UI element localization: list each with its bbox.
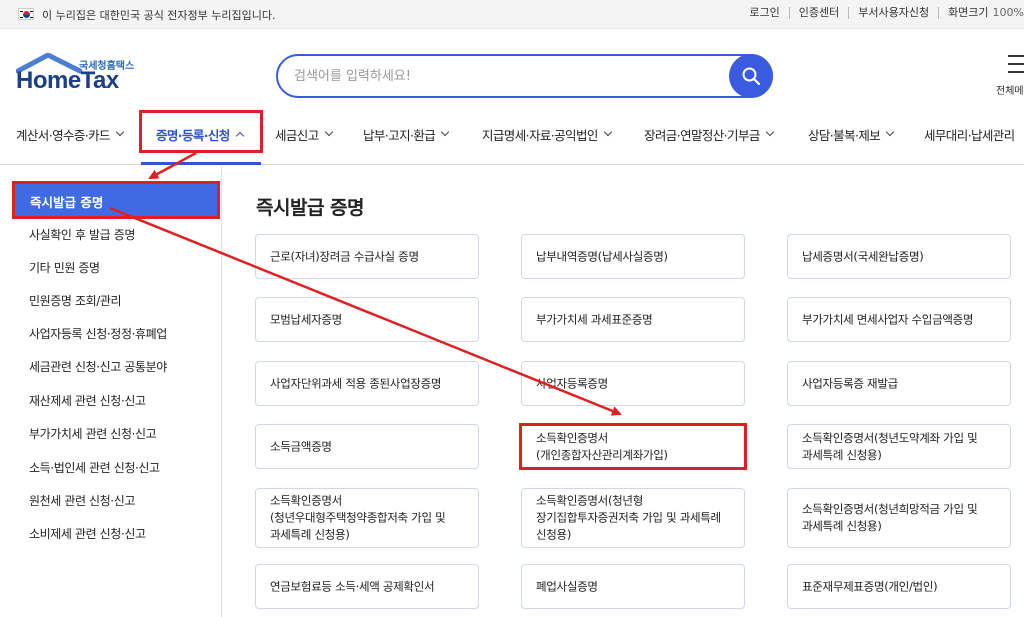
sidebar-item[interactable]: 부가가치세 관련 신청·신고 <box>29 425 157 442</box>
chevron-down-icon <box>115 127 125 137</box>
cert-card[interactable]: 표준재무제표증명(개인/법인) <box>787 564 1011 609</box>
search-icon <box>742 67 761 86</box>
chevron-down-icon <box>324 127 333 137</box>
gnb-item-label: 계산서·영수증·카드 <box>16 127 111 143</box>
gnb-item-payment[interactable]: 납부·고지·환급 <box>363 122 450 146</box>
cert-card[interactable]: 연금보험료등 소득·세액 공제확인서 <box>255 564 479 609</box>
sidebar-item[interactable]: 소비제세 관련 신청·신고 <box>29 525 146 542</box>
sidebar-item[interactable]: 사업자등록 신청·정정·휴폐업 <box>29 325 167 342</box>
search-button[interactable] <box>729 54 773 98</box>
cert-card[interactable]: 근로(자녀)장려금 수급사실 증명 <box>255 234 479 279</box>
sidebar-item[interactable]: 민원증명 조회/관리 <box>29 292 122 309</box>
cert-card[interactable]: 사업자단위과세 적용 종된사업장증명 <box>255 361 479 406</box>
all-menu-label: 전체메뉴 <box>996 86 1024 97</box>
cert-card[interactable]: 소득확인증명서(청년우대형주택청약종합저축 가입 및 과세특례 신청용) <box>255 488 479 548</box>
cert-card-label: 납부내역증명(납세사실증명) <box>536 249 668 263</box>
cert-center-link[interactable]: 인증센터 <box>790 7 850 19</box>
cert-card-label: 표준재무제표증명(개인/법인) <box>802 579 938 593</box>
gnb-item-consulting[interactable]: 상담·불복·제보 <box>808 122 895 146</box>
gnb-item-statement[interactable]: 지급명세·자료·공익법인 <box>482 122 612 146</box>
korea-flag-icon <box>18 8 34 20</box>
cert-card[interactable]: 부가가치세 과세표준증명 <box>521 297 745 342</box>
gnb-item-tax-return[interactable]: 세금신고 <box>275 122 333 146</box>
cert-card-label: 부가가치세 면세사업자 수입금액증명 <box>802 312 974 326</box>
hamburger-icon <box>1008 55 1024 57</box>
dept-user-apply-link[interactable]: 부서사용자신청 <box>849 7 940 19</box>
cert-card-label: 부가가치세 과세표준증명 <box>536 312 653 326</box>
sidebar-item[interactable]: 소득·법인세 관련 신청·신고 <box>29 459 160 476</box>
gnb-item-label: 장려금·연말정산·기부금 <box>644 127 760 143</box>
cert-card-label: 근로(자녀)장려금 수급사실 증명 <box>270 249 419 263</box>
gnb-item-tax-agent[interactable]: 세무대리·납세관리 <box>924 122 1015 146</box>
zoom-level[interactable]: 100% <box>989 7 1024 19</box>
gnb-item-invoice[interactable]: 계산서·영수증·카드 <box>16 122 125 146</box>
search-bar <box>276 54 773 98</box>
sidebar-item[interactable]: 세금관련 신청·신고 공통분야 <box>29 358 167 375</box>
chevron-down-icon <box>765 127 774 137</box>
login-link[interactable]: 로그인 <box>740 7 790 19</box>
cert-card[interactable]: 폐업사실증명 <box>521 564 745 609</box>
cert-card[interactable]: 사업자등록증 재발급 <box>787 361 1011 406</box>
cert-card-label: 사업자등록증명 <box>536 376 608 390</box>
cert-card[interactable]: 부가가치세 면세사업자 수입금액증명 <box>787 297 1011 342</box>
logo-wordmark: HomeTax <box>16 67 119 94</box>
gnb-item-label: 세무대리·납세관리 <box>924 127 1015 143</box>
gnb-item-label: 세금신고 <box>275 127 319 143</box>
sidebar-item[interactable]: 사실확인 후 발급 증명 <box>29 226 135 243</box>
cert-card-label: 소득확인증명서(청년우대형주택청약종합저축 가입 및 과세특례 신청용) <box>270 493 446 542</box>
cert-card[interactable]: 소득금액증명 <box>255 424 479 469</box>
cert-card[interactable]: 납부내역증명(납세사실증명) <box>521 234 745 279</box>
gnb-item-incentive[interactable]: 장려금·연말정산·기부금 <box>644 122 774 146</box>
gnb-item-label: 지급명세·자료·공익법인 <box>482 127 598 143</box>
cert-card-label: 폐업사실증명 <box>536 579 598 593</box>
utility-links: 로그인 인증센터 부서사용자신청 화면크기 100% <box>740 7 1024 19</box>
chevron-down-icon <box>440 127 450 137</box>
screen-size-label: 화면크기 <box>948 6 989 19</box>
gnb-active-indicator <box>141 162 261 165</box>
highlight-box-sidebar <box>12 181 220 219</box>
cert-card-label: 소득금액증명 <box>270 439 332 453</box>
page-title: 즉시발급 증명 <box>256 197 365 219</box>
sidebar-item[interactable]: 원천세 관련 신청·신고 <box>29 492 135 509</box>
cert-card-label: 연금보험료등 소득·세액 공제확인서 <box>270 579 435 593</box>
cert-card[interactable]: 납세증명서(국세완납증명) <box>787 234 1011 279</box>
cert-card-label: 모범납세자증명 <box>270 312 342 326</box>
cert-card-label: 사업자등록증 재발급 <box>802 376 898 390</box>
gov-notice-bar: 이 누리집은 대한민국 공식 전자정부 누리집입니다. 로그인 인증센터 부서사… <box>0 0 1024 29</box>
chevron-down-icon <box>603 127 612 137</box>
highlight-box-gnb <box>139 110 263 153</box>
cert-card-label: 소득확인증명서(청년도약계좌 가입 및 과세특례 신청용) <box>802 430 978 462</box>
gnb-item-label: 상담·불복·제보 <box>808 127 881 143</box>
cert-card-label: 사업자단위과세 적용 종된사업장증명 <box>270 376 442 390</box>
cert-card[interactable]: 사업자등록증명 <box>521 361 745 406</box>
gnb-item-label: 납부·고지·환급 <box>363 127 436 143</box>
cert-card-label: 소득확인증명서(청년희망적금 가입 및 과세특례 신청용) <box>802 502 978 533</box>
gov-notice-text: 이 누리집은 대한민국 공식 전자정부 누리집입니다. <box>42 9 276 22</box>
hometax-logo[interactable]: 국세청홈택스 HomeTax <box>14 53 144 99</box>
cert-card-label: 소득확인증명서(청년형 장기집합투자증권저축 가입 및 과세특례 신청용) <box>536 493 721 542</box>
search-input[interactable] <box>294 66 714 86</box>
highlight-box-card <box>519 423 747 470</box>
cert-card[interactable]: 모범납세자증명 <box>255 297 479 342</box>
sidebar-item[interactable]: 기타 민원 증명 <box>29 259 100 276</box>
cert-card-label: 납세증명서(국세완납증명) <box>802 249 924 263</box>
sidebar-item[interactable]: 재산제세 관련 신청·신고 <box>29 392 146 409</box>
cert-card[interactable]: 소득확인증명서(청년희망적금 가입 및 과세특례 신청용) <box>787 488 1011 548</box>
cert-card[interactable]: 소득확인증명서(청년형 장기집합투자증권저축 가입 및 과세특례 신청용) <box>521 488 745 548</box>
chevron-down-icon <box>885 127 895 137</box>
cert-card[interactable]: 소득확인증명서(청년도약계좌 가입 및 과세특례 신청용) <box>787 424 1011 469</box>
